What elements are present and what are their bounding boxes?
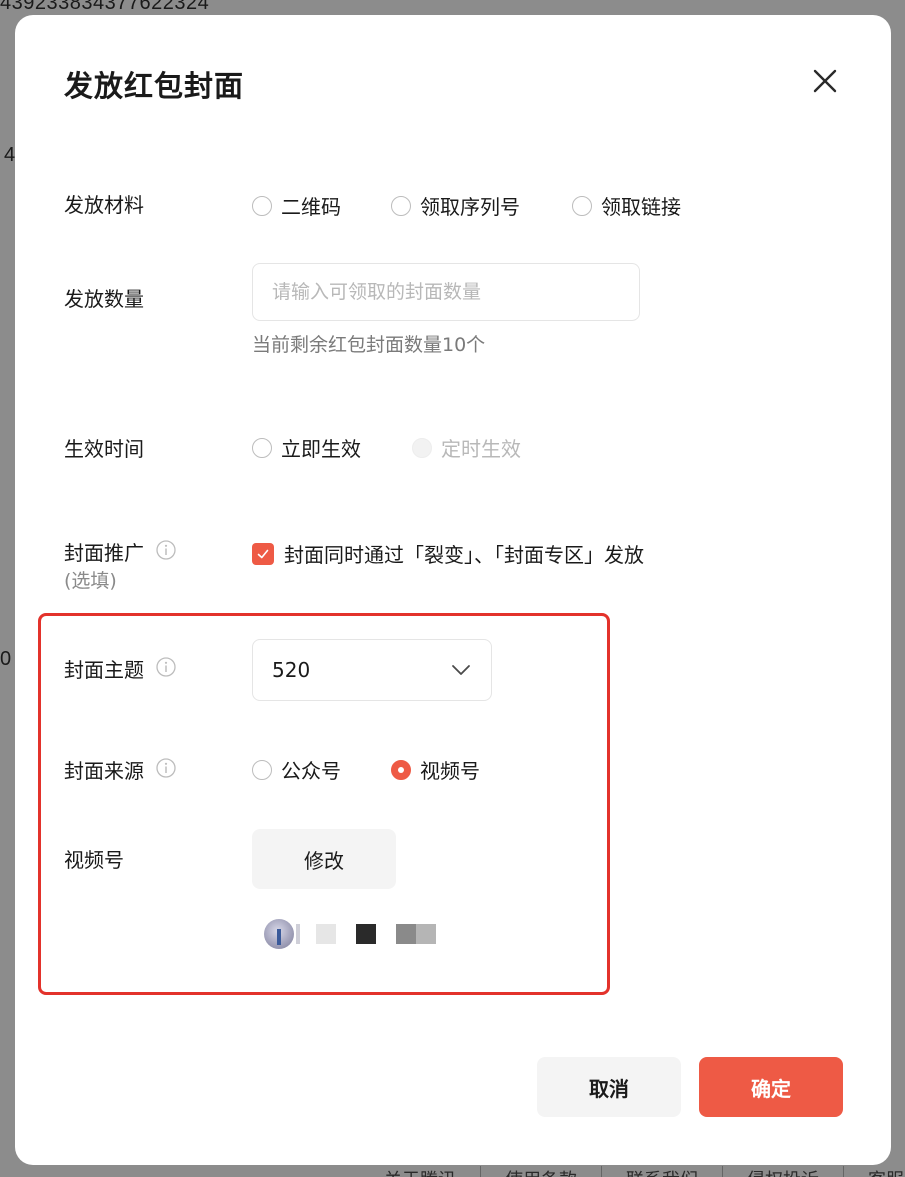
background-fragment: 4 xyxy=(4,144,16,166)
promotion-label: 封面推广 xyxy=(64,541,144,565)
effective-option-scheduled: 定时生效 xyxy=(412,433,521,462)
remaining-count-hint: 当前剩余红包封面数量10个 xyxy=(252,334,486,356)
checkbox-checked xyxy=(252,542,274,565)
cancel-button[interactable]: 取消 xyxy=(537,1057,681,1117)
radio-label: 二维码 xyxy=(281,195,341,219)
theme-label: 封面主题 xyxy=(64,658,144,682)
material-option-qrcode[interactable]: 二维码 xyxy=(252,191,341,220)
quantity-label: 发放数量 xyxy=(64,287,144,311)
quantity-input[interactable] xyxy=(252,263,640,321)
background-footer-links: 关于腾讯使用条款联系我们侵权投诉客服 xyxy=(360,1166,905,1177)
material-option-link[interactable]: 领取链接 xyxy=(572,191,681,220)
source-option-channels[interactable]: 视频号 xyxy=(391,755,480,784)
material-option-serial[interactable]: 领取序列号 xyxy=(391,191,520,220)
modify-button[interactable]: 修改 xyxy=(252,829,396,889)
radio-label: 视频号 xyxy=(420,759,480,783)
radio-circle xyxy=(252,195,272,216)
channel-label: 视频号 xyxy=(64,848,124,872)
blurred-name xyxy=(356,924,376,944)
effective-time-label: 生效时间 xyxy=(64,437,144,461)
radio-label: 领取序列号 xyxy=(420,195,520,219)
channel-account xyxy=(264,919,436,949)
issue-cover-dialog: 发放红包封面 发放材料 二维码 领取序列号 领取链接 发放数量 当前剩余红包封面… xyxy=(15,15,891,1165)
blurred-name xyxy=(316,924,336,944)
radio-circle xyxy=(391,195,411,216)
chevron-down-icon xyxy=(452,665,470,675)
checkbox-label: 封面同时通过「裂变」、「封面专区」发放 xyxy=(284,543,644,567)
info-icon[interactable] xyxy=(156,657,176,677)
promotion-checkbox[interactable]: 封面同时通过「裂变」、「封面专区」发放 xyxy=(252,539,644,568)
optional-tag: (选填) xyxy=(64,570,117,592)
radio-circle xyxy=(412,437,432,458)
radio-circle xyxy=(572,195,592,216)
radio-circle xyxy=(252,437,272,458)
avatar xyxy=(264,919,294,949)
background-id-text: 439233834377622324 xyxy=(0,0,210,14)
source-label: 封面来源 xyxy=(64,759,144,783)
radio-label: 立即生效 xyxy=(281,437,361,461)
effective-option-immediate[interactable]: 立即生效 xyxy=(252,433,361,462)
blurred-name xyxy=(396,924,436,944)
footer-link: 使用条款 xyxy=(480,1166,601,1177)
radio-circle-selected xyxy=(391,759,411,780)
close-button[interactable] xyxy=(809,65,841,97)
footer-link: 客服 xyxy=(843,1166,905,1177)
radio-label: 定时生效 xyxy=(441,437,521,461)
footer-link: 关于腾讯 xyxy=(360,1166,480,1177)
radio-circle xyxy=(252,759,272,780)
theme-select[interactable]: 520 xyxy=(252,639,492,701)
info-icon[interactable] xyxy=(156,758,176,778)
close-icon xyxy=(813,69,837,93)
background-fragment: 0 xyxy=(0,648,12,670)
check-icon xyxy=(257,549,269,558)
footer-link: 侵权投诉 xyxy=(722,1166,843,1177)
dialog-title: 发放红包封面 xyxy=(64,69,245,103)
confirm-button[interactable]: 确定 xyxy=(699,1057,843,1117)
theme-select-value: 520 xyxy=(272,658,311,682)
radio-label: 领取链接 xyxy=(601,195,681,219)
radio-label: 公众号 xyxy=(281,759,341,783)
footer-link: 联系我们 xyxy=(601,1166,722,1177)
material-label: 发放材料 xyxy=(64,193,144,217)
blurred-name xyxy=(296,924,300,944)
source-option-official-account[interactable]: 公众号 xyxy=(252,755,341,784)
info-icon[interactable] xyxy=(156,540,176,560)
